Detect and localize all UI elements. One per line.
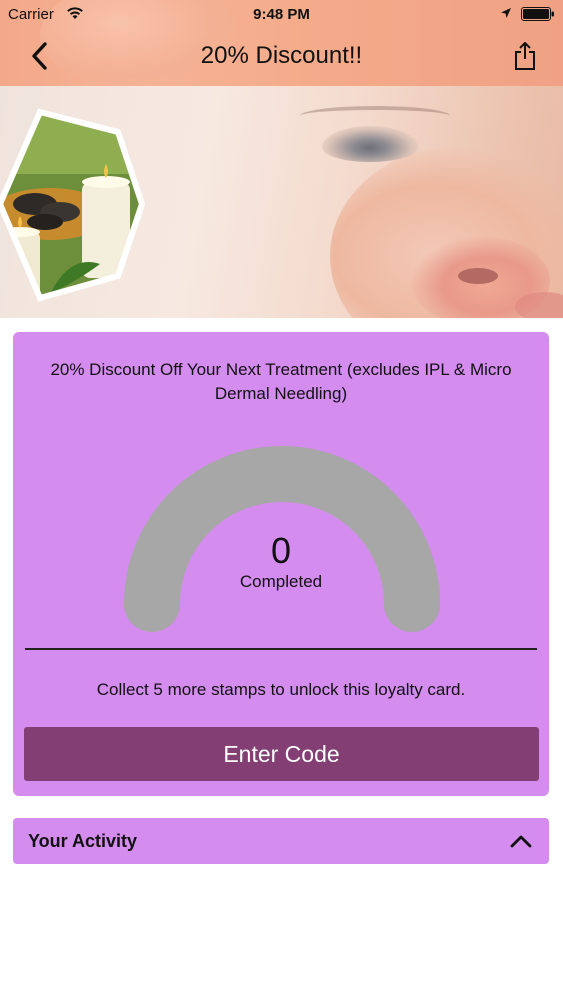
stamps-remaining-message: Collect 5 more stamps to unlock this loy… bbox=[96, 680, 466, 699]
photo-lip bbox=[515, 292, 563, 318]
status-bar: Carrier 9:48 PM bbox=[0, 0, 563, 30]
navigation-bar: Carrier 9:48 PM 20% Discount!! bbox=[0, 0, 563, 86]
photo-brow bbox=[300, 106, 450, 126]
loyalty-card: 20% Discount Off Your Next Treatment (ex… bbox=[13, 332, 549, 796]
candles-hexagon-photo bbox=[0, 108, 146, 302]
photo-nostril bbox=[458, 268, 498, 284]
activity-label: Your Activity bbox=[28, 831, 138, 851]
battery-icon bbox=[521, 7, 554, 21]
page-title: 20% Discount!! bbox=[200, 42, 363, 69]
card-description: 20% Discount Off Your Next Treatment (ex… bbox=[50, 360, 512, 403]
your-activity-toggle[interactable]: Your Activity bbox=[13, 818, 549, 864]
completed-count: 0 bbox=[270, 530, 292, 571]
share-icon[interactable] bbox=[512, 41, 538, 71]
chevron-up-icon[interactable] bbox=[509, 831, 533, 851]
completed-label: Completed bbox=[239, 572, 323, 591]
enter-code-button[interactable]: Enter Code bbox=[24, 727, 539, 781]
location-arrow-icon bbox=[501, 8, 511, 18]
spa-banner-photo bbox=[0, 86, 563, 318]
divider bbox=[25, 648, 537, 650]
clock: 9:48 PM bbox=[253, 6, 310, 23]
